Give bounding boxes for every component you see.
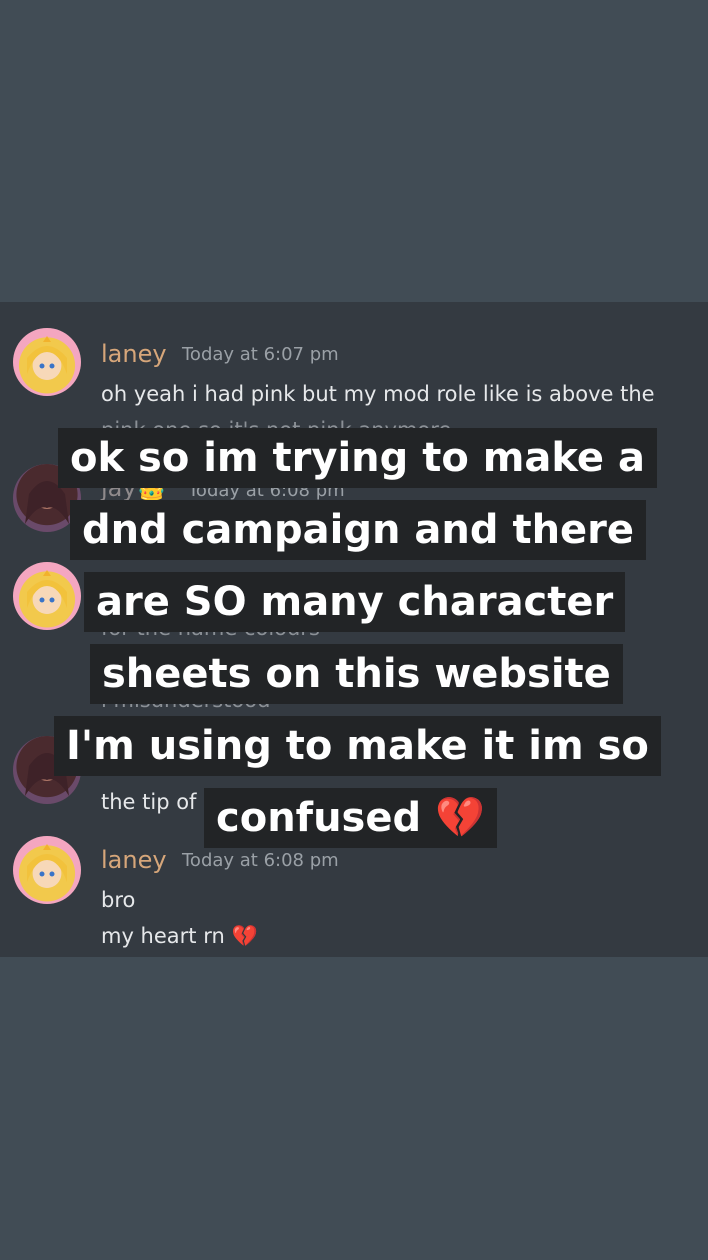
avatar[interactable] [13, 836, 81, 904]
message-text-body: my heart rn [101, 924, 225, 948]
message-text: oh [101, 650, 128, 674]
message-text: the tip of my cock [101, 790, 291, 814]
avatar[interactable] [13, 736, 81, 804]
username[interactable]: jay👑 [101, 746, 166, 774]
message-text: my heart rn 💔 [101, 924, 258, 949]
avatar[interactable] [13, 562, 81, 630]
username[interactable]: laney [101, 572, 167, 600]
username[interactable]: laney [101, 846, 167, 874]
username[interactable]: jay👑 [101, 474, 166, 502]
message-text: i misunderstood [101, 688, 271, 712]
avatar[interactable] [13, 328, 81, 396]
chat-panel: laney Today at 6:07 pm oh yeah i had pin… [0, 302, 708, 957]
message-text: bro [101, 888, 136, 912]
message-text: for the name colours [101, 616, 320, 640]
timestamp: Today at 6:08 pm [182, 752, 339, 773]
username[interactable]: laney [101, 340, 167, 368]
message-text: i mea [101, 516, 160, 540]
timestamp: Today at 6:08 pm [188, 480, 345, 501]
broken-heart-icon: 💔 [231, 924, 258, 948]
message-text: oh yeah i had pink but my mod role like … [101, 382, 655, 406]
timestamp: Today at 6:08 pm [182, 576, 339, 597]
timestamp: Today at 6:08 pm [182, 850, 339, 871]
timestamp: Today at 6:07 pm [182, 344, 339, 365]
avatar[interactable] [13, 464, 81, 532]
message-text: pink one so it's not pink anymore [101, 418, 452, 442]
